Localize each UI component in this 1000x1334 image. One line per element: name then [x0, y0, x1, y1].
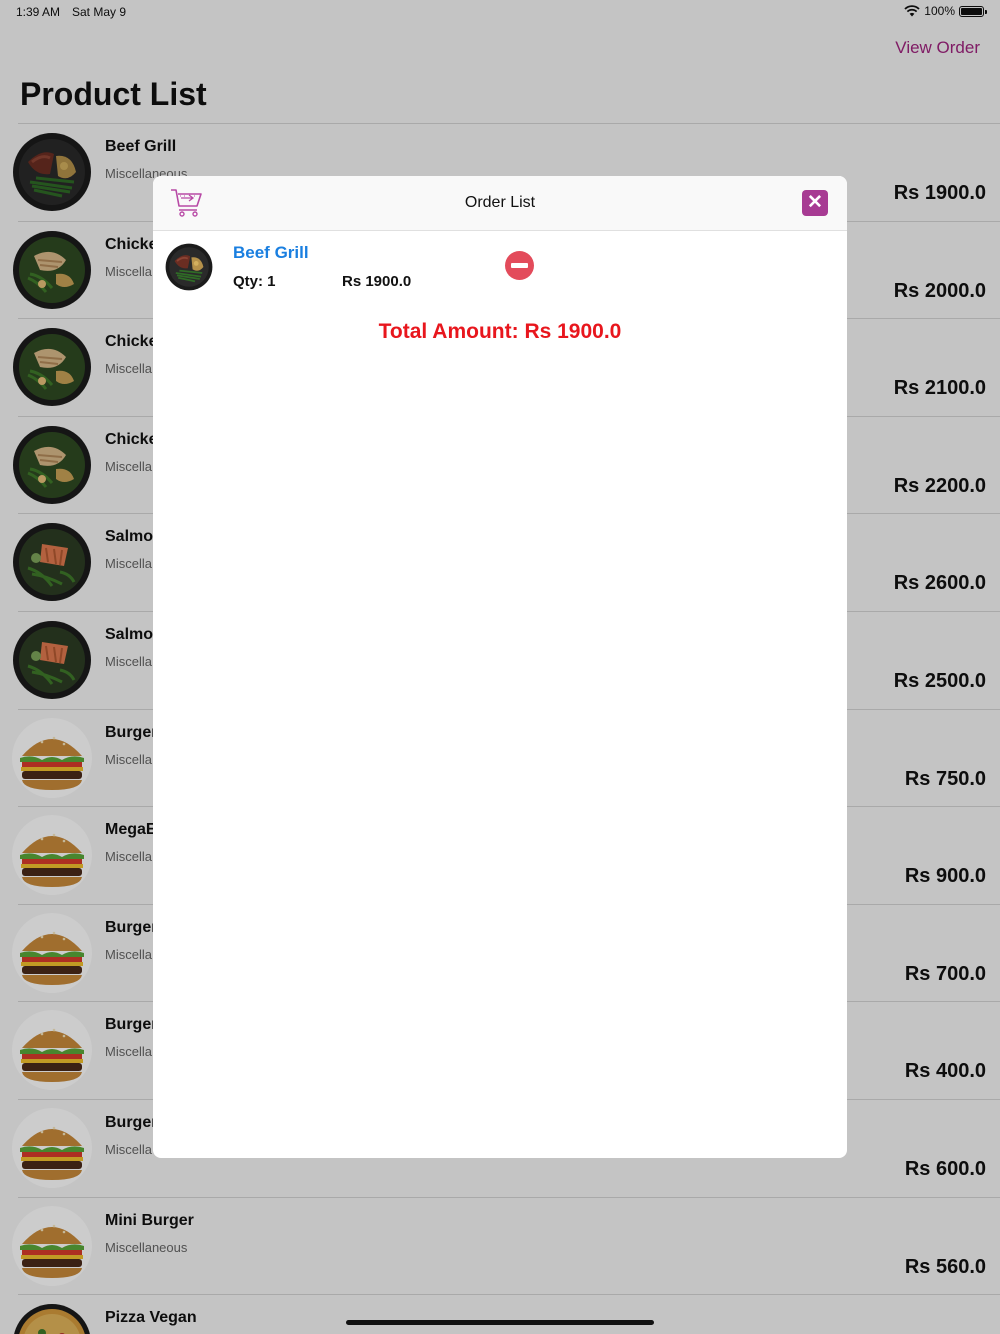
close-button[interactable]: ✕: [802, 190, 828, 216]
order-item: Beef Grill Qty: 1 Rs 1900.0: [153, 231, 847, 311]
close-icon: ✕: [807, 192, 823, 213]
order-item-name[interactable]: Beef Grill: [233, 243, 309, 263]
order-list-modal: Order List ✕ Beef Grill Qty: 1 Rs 1900.0…: [153, 176, 847, 1158]
total-amount: Total Amount: Rs 1900.0: [378, 320, 622, 343]
remove-item-button[interactable]: [505, 251, 534, 280]
modal-header: Order List ✕: [153, 176, 847, 231]
home-indicator[interactable]: [346, 1320, 654, 1325]
order-item-price: Rs 1900.0: [342, 273, 412, 290]
modal-title: Order List: [464, 194, 536, 211]
order-item-qty: Qty: 1: [233, 273, 276, 290]
order-item-image: [165, 243, 213, 291]
